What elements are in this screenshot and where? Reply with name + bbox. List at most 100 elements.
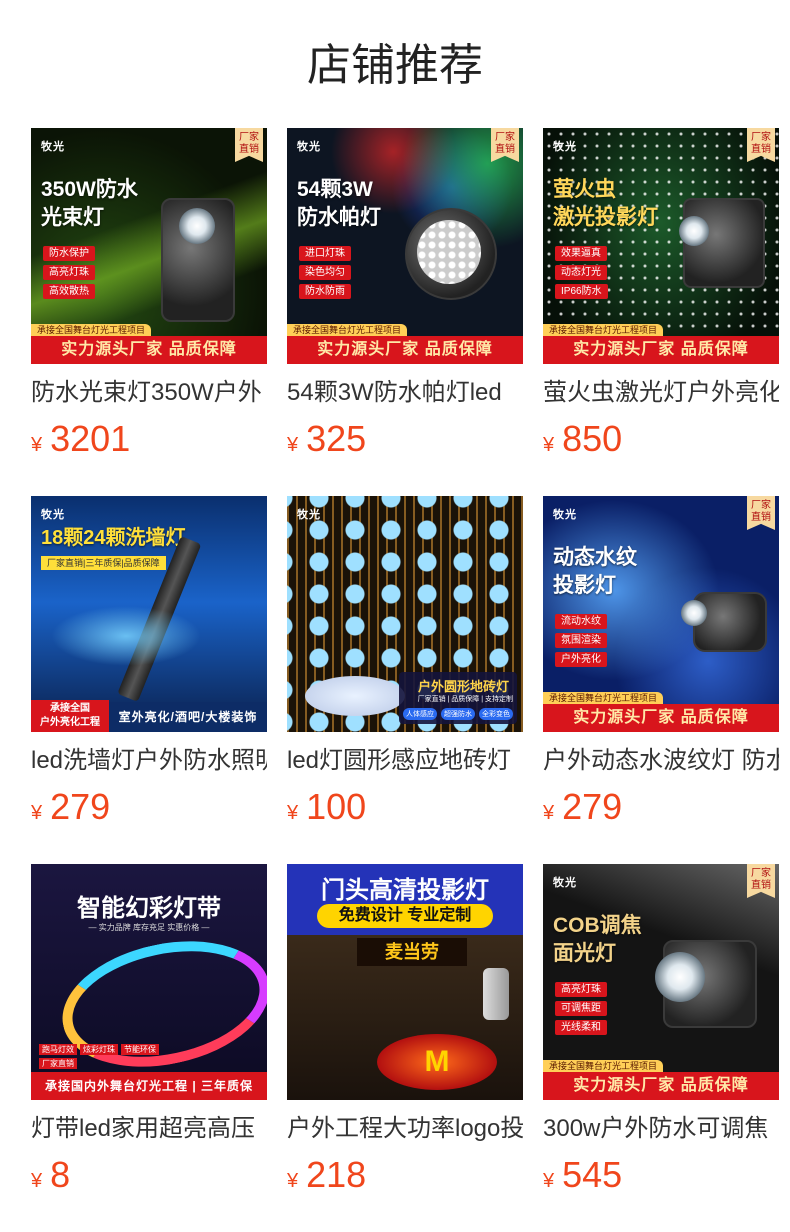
thumb-headline: 户外圆形地砖灯 (417, 679, 509, 694)
product-name[interactable]: led洗墙灯户外防水照明 (31, 744, 267, 778)
product-name[interactable]: 灯带led家用超亮高压 (31, 1112, 267, 1146)
currency-symbol: ¥ (287, 434, 299, 456)
feature-tag: 高亮灯珠 (43, 265, 95, 280)
feature-tag: 可调焦距 (555, 1001, 607, 1016)
projector-illustration (483, 968, 509, 1020)
logo-mark: M (424, 1045, 450, 1078)
product-card[interactable]: 牧光 户外圆形地砖灯 厂家直销 | 品质保障 | 支持定制 人体感应 超强防水 … (287, 496, 523, 830)
product-image[interactable]: 门头高清投影灯 免费设计 专业定制 麦当劳 M (287, 864, 523, 1100)
feature-tag: 染色均匀 (299, 265, 351, 280)
product-card[interactable]: 牧光 厂家 直销 COB调焦 面光灯 高亮灯珠 可调焦距 光线柔和 承接全国舞台… (543, 864, 779, 1198)
product-card[interactable]: 牧光 厂家 直销 萤火虫 激光投影灯 效果逼真 动态灯光 IP66防水 承接全国… (543, 128, 779, 462)
product-card[interactable]: 牧光 厂家 直销 动态水纹 投影灯 流动水纹 氛围渲染 户外亮化 承接全国舞台灯… (543, 496, 779, 830)
currency-symbol: ¥ (31, 802, 43, 824)
cob-lens-icon (655, 952, 705, 1002)
usage-banner: 室外亮化/酒吧/大楼装饰 (109, 702, 267, 732)
feature-pill: 超强防水 (441, 708, 475, 720)
product-card[interactable]: 门头高清投影灯 免费设计 专业定制 麦当劳 M 户外工程大功率logo投影 ¥2… (287, 864, 523, 1198)
currency-symbol: ¥ (543, 1170, 555, 1192)
thumb-tagline: — 实力品牌 库存充足 实惠价格 — (88, 923, 210, 932)
projector-lens-icon (681, 600, 707, 626)
price-value: 8 (50, 1154, 71, 1195)
project-subbanner: 承接全国舞台灯光工程项目 (543, 692, 664, 704)
product-name[interactable]: 300w户外防水可调焦 (543, 1112, 779, 1146)
thumb-headline: 动态水纹 投影灯 (553, 546, 637, 597)
product-price: ¥100 (287, 784, 523, 830)
product-price: ¥279 (543, 784, 779, 830)
led-array-icon (417, 220, 481, 284)
currency-symbol: ¥ (543, 802, 555, 824)
feature-tag: 流动水纹 (555, 614, 607, 629)
product-name[interactable]: led灯圆形感应地砖灯 (287, 744, 523, 778)
product-image[interactable]: 牧光 户外圆形地砖灯 厂家直销 | 品质保障 | 支持定制 人体感应 超强防水 … (287, 496, 523, 732)
feature-grid: 跑马灯效 炫彩灯珠 节能环保 厂家直销 (39, 1044, 159, 1069)
project-subbanner: 承接全国舞台灯光工程项目 (287, 324, 408, 336)
feature-tag: 氛围渲染 (555, 633, 607, 648)
project-badge: 承接全国 户外亮化工程 (31, 700, 109, 732)
product-price: ¥850 (543, 416, 779, 462)
thumb-headline: 门头高清投影灯 (321, 877, 489, 904)
feature-tag: 效果逼真 (555, 246, 607, 261)
feature-tag: 节能环保 (121, 1044, 159, 1055)
brand-logo: 牧光 (553, 141, 577, 153)
price-value: 850 (562, 418, 623, 459)
store-sign: 麦当劳 (357, 938, 467, 966)
price-value: 218 (306, 1154, 367, 1195)
product-name[interactable]: 54颗3W防水帕灯led (287, 376, 523, 410)
product-price: ¥8 (31, 1152, 267, 1198)
product-image[interactable]: 牧光 厂家 直销 动态水纹 投影灯 流动水纹 氛围渲染 户外亮化 承接全国舞台灯… (543, 496, 779, 732)
thumb-headline: COB调焦 面光灯 (553, 914, 642, 965)
feature-tag: 防水保护 (43, 246, 95, 261)
water-ripple-projector-illustration (693, 592, 767, 652)
product-image[interactable]: 牧光 厂家 直销 350W防水 光束灯 防水保护 高亮灯珠 高效散热 承接全国舞… (31, 128, 267, 364)
projection-glow: M (377, 1034, 497, 1090)
product-image[interactable]: 牧光 厂家 直销 COB调焦 面光灯 高亮灯珠 可调焦距 光线柔和 承接全国舞台… (543, 864, 779, 1100)
store-sign-text: 麦当劳 (385, 942, 439, 962)
product-card[interactable]: 牧光 厂家 直销 350W防水 光束灯 防水保护 高亮灯珠 高效散热 承接全国舞… (31, 128, 267, 462)
product-name[interactable]: 防水光束灯350W户外 (31, 376, 267, 410)
feature-list: 效果逼真 动态灯光 IP66防水 (555, 246, 608, 303)
brand-logo: 牧光 (41, 509, 65, 521)
product-image[interactable]: 智能幻彩灯带 — 实力品牌 库存充足 实惠价格 — 跑马灯效 炫彩灯珠 节能环保… (31, 864, 267, 1100)
shop-recommendation-page: 店铺推荐 牧光 厂家 直销 350W防水 光束灯 防水保护 高亮灯珠 高效散热 … (0, 0, 790, 1232)
feature-tag: 进口灯珠 (299, 246, 351, 261)
feature-tag: 防水防雨 (299, 284, 351, 299)
thumb-tagline: 免费设计 专业定制 (317, 904, 493, 928)
feature-tag: 高效散热 (43, 284, 95, 299)
product-image[interactable]: 牧光 18颗24颗洗墙灯 厂家直销|三年质保|品质保障 承接全国 户外亮化工程 … (31, 496, 267, 732)
thumb-headline: 18颗24颗洗墙灯 (41, 527, 186, 549)
product-image[interactable]: 牧光 厂家 直销 萤火虫 激光投影灯 效果逼真 动态灯光 IP66防水 承接全国… (543, 128, 779, 364)
light-lens-icon (179, 208, 215, 244)
quality-banner: 实力源头厂家 品质保障 (543, 336, 779, 364)
thumb-headline: 萤火虫 激光投影灯 (553, 178, 658, 229)
product-card[interactable]: 牧光 18颗24颗洗墙灯 厂家直销|三年质保|品质保障 承接全国 户外亮化工程 … (31, 496, 267, 830)
product-price: ¥218 (287, 1152, 523, 1198)
projector-lens-icon (679, 216, 709, 246)
feature-tag: 跑马灯效 (39, 1044, 77, 1055)
feature-list: 防水保护 高亮灯珠 高效散热 (43, 246, 95, 303)
thumb-headline: 54颗3W 防水帕灯 (297, 178, 381, 229)
brand-logo: 牧光 (297, 509, 321, 521)
floor-tile-illustration (305, 676, 405, 716)
feature-tag: 动态灯光 (555, 265, 607, 280)
feature-tag: 厂家直销 (39, 1058, 77, 1069)
brand-logo: 牧光 (553, 509, 577, 521)
thumb-headline: 350W防水 光束灯 (41, 178, 138, 229)
product-card[interactable]: 牧光 厂家 直销 54颗3W 防水帕灯 进口灯珠 染色均匀 防水防雨 承接全国舞… (287, 128, 523, 462)
feature-pill: 人体感应 (403, 708, 437, 720)
currency-symbol: ¥ (543, 434, 555, 456)
feature-tag: IP66防水 (555, 284, 608, 299)
product-name[interactable]: 户外工程大功率logo投影 (287, 1112, 523, 1146)
price-value: 325 (306, 418, 367, 459)
feature-tag: 光线柔和 (555, 1020, 607, 1035)
product-price: ¥3201 (31, 416, 267, 462)
quality-banner: 实力源头厂家 品质保障 (31, 336, 267, 364)
currency-symbol: ¥ (287, 802, 299, 824)
product-name[interactable]: 户外动态水波纹灯 防水 (543, 744, 779, 778)
product-image[interactable]: 牧光 厂家 直销 54颗3W 防水帕灯 进口灯珠 染色均匀 防水防雨 承接全国舞… (287, 128, 523, 364)
feature-tag: 高亮灯珠 (555, 982, 607, 997)
product-card[interactable]: 智能幻彩灯带 — 实力品牌 库存充足 实惠价格 — 跑马灯效 炫彩灯珠 节能环保… (31, 864, 267, 1198)
product-name[interactable]: 萤火虫激光灯户外亮化 (543, 376, 779, 410)
feature-list: 流动水纹 氛围渲染 户外亮化 (555, 614, 607, 671)
feature-tag: 炫彩灯珠 (80, 1044, 118, 1055)
